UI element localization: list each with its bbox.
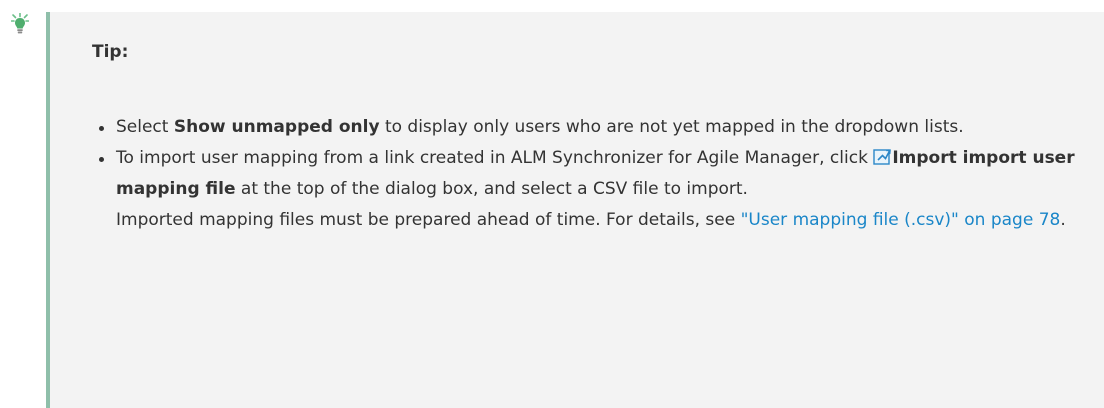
tip-list: Select Show unmapped only to display onl… (92, 112, 1092, 236)
user-mapping-file-link[interactable]: "User mapping file (.csv)" on page 78 (741, 210, 1061, 230)
lightbulb-icon (11, 13, 29, 34)
list-item-note: . (1060, 210, 1066, 230)
list-item-text: To import user mapping from a link creat… (116, 148, 874, 168)
show-unmapped-only-label: Show unmapped only (173, 117, 380, 137)
import-icon (873, 149, 892, 165)
list-item-text: to display only users who are not yet ma… (379, 117, 964, 137)
tip-panel: Tip: Select Show unmapped only to displa… (46, 12, 1104, 408)
list-item-text: at the top of the dialog box, and select… (235, 179, 748, 199)
list-item: To import user mapping from a link creat… (92, 143, 1092, 236)
list-item: Select Show unmapped only to display onl… (92, 112, 1092, 143)
list-item-note: Imported mapping files must be prepared … (116, 210, 741, 230)
list-item-text: Select (116, 117, 174, 137)
tip-heading: Tip: (92, 42, 129, 62)
tip-callout: Tip: Select Show unmapped only to displa… (0, 0, 1104, 408)
